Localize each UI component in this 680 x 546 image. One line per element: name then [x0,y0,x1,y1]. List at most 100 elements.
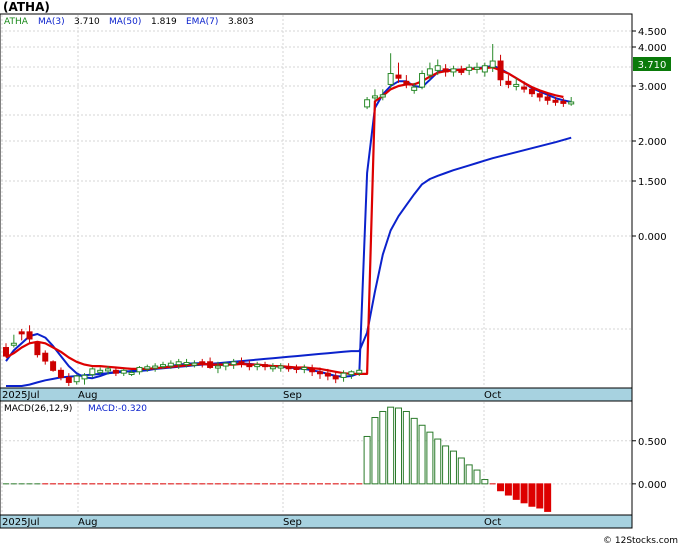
legend-symbol: ATHA [4,17,29,27]
legend-ma3-label: MA(3) [38,17,65,27]
price-tick-label: 4.000 [638,43,667,54]
candle-body [152,365,159,369]
candle-body [10,342,17,346]
x-tick-label: Aug [78,390,98,401]
candle-body [301,366,308,370]
candle-body [536,93,543,98]
candle-body [26,331,33,340]
price-tick-label: 1.500 [638,177,667,188]
candle-body [419,73,426,88]
candle-body [144,366,151,370]
candle-body [371,95,378,99]
price-tick-label: 4.500 [638,27,667,38]
legend-ma50-label: MA(50) [109,17,141,27]
candle-body [411,86,418,91]
candle-body [199,361,206,365]
candle-body [387,73,394,85]
candle-body [293,366,300,370]
candle-body [120,369,127,374]
candle-body [183,361,190,365]
candle-body [18,331,25,335]
candle-body [167,362,174,367]
macd-bar [520,483,528,504]
candle-body [395,74,402,79]
candle-body [513,83,520,87]
macd-bar [371,417,379,485]
macd-bar [504,483,512,496]
candle-body [497,60,504,81]
candle-body [112,369,119,374]
candle-body [309,368,316,373]
macd-bar [402,410,410,485]
legend-ema7-label: EMA(7) [186,17,218,27]
candle-body [222,362,229,367]
macd-bar [536,483,544,509]
macd-bar [481,479,489,485]
candle-body [34,342,41,356]
candle-body [175,361,182,366]
candle-body [246,364,253,368]
macd-params: MACD(26,12,9) [4,404,72,414]
candle-body [97,369,104,373]
macd-bar [426,431,434,485]
price-tick-label: 0.000 [638,232,667,243]
candle-body [50,361,57,371]
macd-bar [528,483,536,507]
price-tick-label: 3.000 [638,82,667,93]
candle-body [403,80,410,85]
macd-bar [363,435,371,485]
candle-body [128,371,135,375]
candle-body [285,366,292,370]
macd-bar [410,417,418,485]
candle-body [348,371,355,376]
candle-body [214,365,221,369]
watermark: © 12Stocks.com [603,536,678,546]
candle-body [57,369,64,378]
macd-bar [418,424,426,485]
price-legend: ATHA MA(3) 3.710 MA(50) 1.819 EMA(7) 3.8… [4,17,254,27]
candle-body [505,80,512,85]
macd-bar [395,407,402,485]
candle-body [230,361,237,366]
x-tick-label: Oct [484,390,501,401]
candle-body [160,364,166,368]
legend-ma3-value: 3.710 [74,17,100,27]
candle-body [81,374,88,380]
macd-bar [387,406,395,485]
candle-body [521,86,528,90]
candle-body [528,88,535,95]
candle-body [474,66,480,70]
candle-body [65,376,72,383]
price-badge: 3.710 [638,60,667,71]
macd-bar [379,410,387,485]
price-tick-label: 2.000 [638,137,667,148]
x-tick-label: 2025Jul [2,517,40,528]
stock-chart: 4.500 4.000 3.000 2.000 1.500 0.000 2025Jul Au… [0,0,678,546]
candle-body [364,99,371,108]
macd-bar [544,483,552,512]
candle-body [317,371,323,375]
candle-body [458,69,465,73]
candle-body [3,347,9,357]
macd-bar [442,445,450,485]
candle-body [73,375,80,383]
macd-tick-label: 0.500 [638,437,667,448]
candle-body [442,68,449,73]
candle-body [560,100,567,104]
macd-bar [465,464,473,485]
candle-body [544,96,551,101]
candle-body [191,362,198,366]
macd-bar [512,483,520,500]
macd-bar [473,469,481,485]
candle-body [89,368,96,376]
candle-body [450,68,457,73]
candle-body [42,352,49,362]
x-tick-label: Oct [484,517,501,528]
candle-body [324,372,331,377]
legend-ma50-value: 1.819 [151,17,177,27]
candle-body [269,366,276,370]
candle-body [238,361,245,365]
candle-body [466,66,473,71]
candle-body [262,364,269,368]
x-tick-label: Sep [283,390,302,401]
